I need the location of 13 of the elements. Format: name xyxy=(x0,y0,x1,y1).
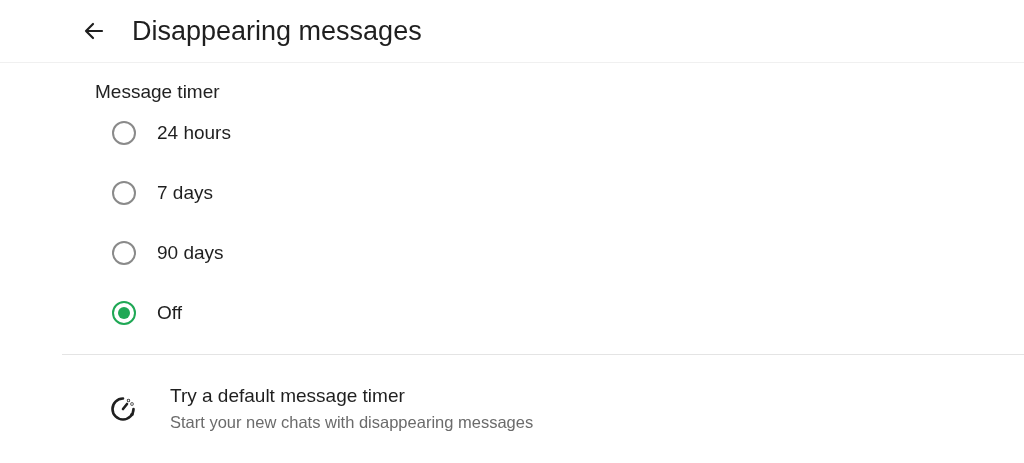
radio-button[interactable] xyxy=(112,301,136,325)
page-title: Disappearing messages xyxy=(132,15,422,47)
option-label: 24 hours xyxy=(157,122,231,144)
radio-button[interactable] xyxy=(112,241,136,265)
option-label: 7 days xyxy=(157,182,213,204)
item-title[interactable]: Try a default message timer xyxy=(170,385,534,407)
option-label: Off xyxy=(157,302,182,324)
timer-icon xyxy=(109,394,137,423)
radio-button[interactable] xyxy=(112,121,136,145)
item-subtitle: Start your new chats with disappearing messages xyxy=(170,413,534,432)
option-label: 90 days xyxy=(157,242,224,264)
radio-button[interactable] xyxy=(112,181,136,205)
section-title: Message timer xyxy=(94,80,221,103)
